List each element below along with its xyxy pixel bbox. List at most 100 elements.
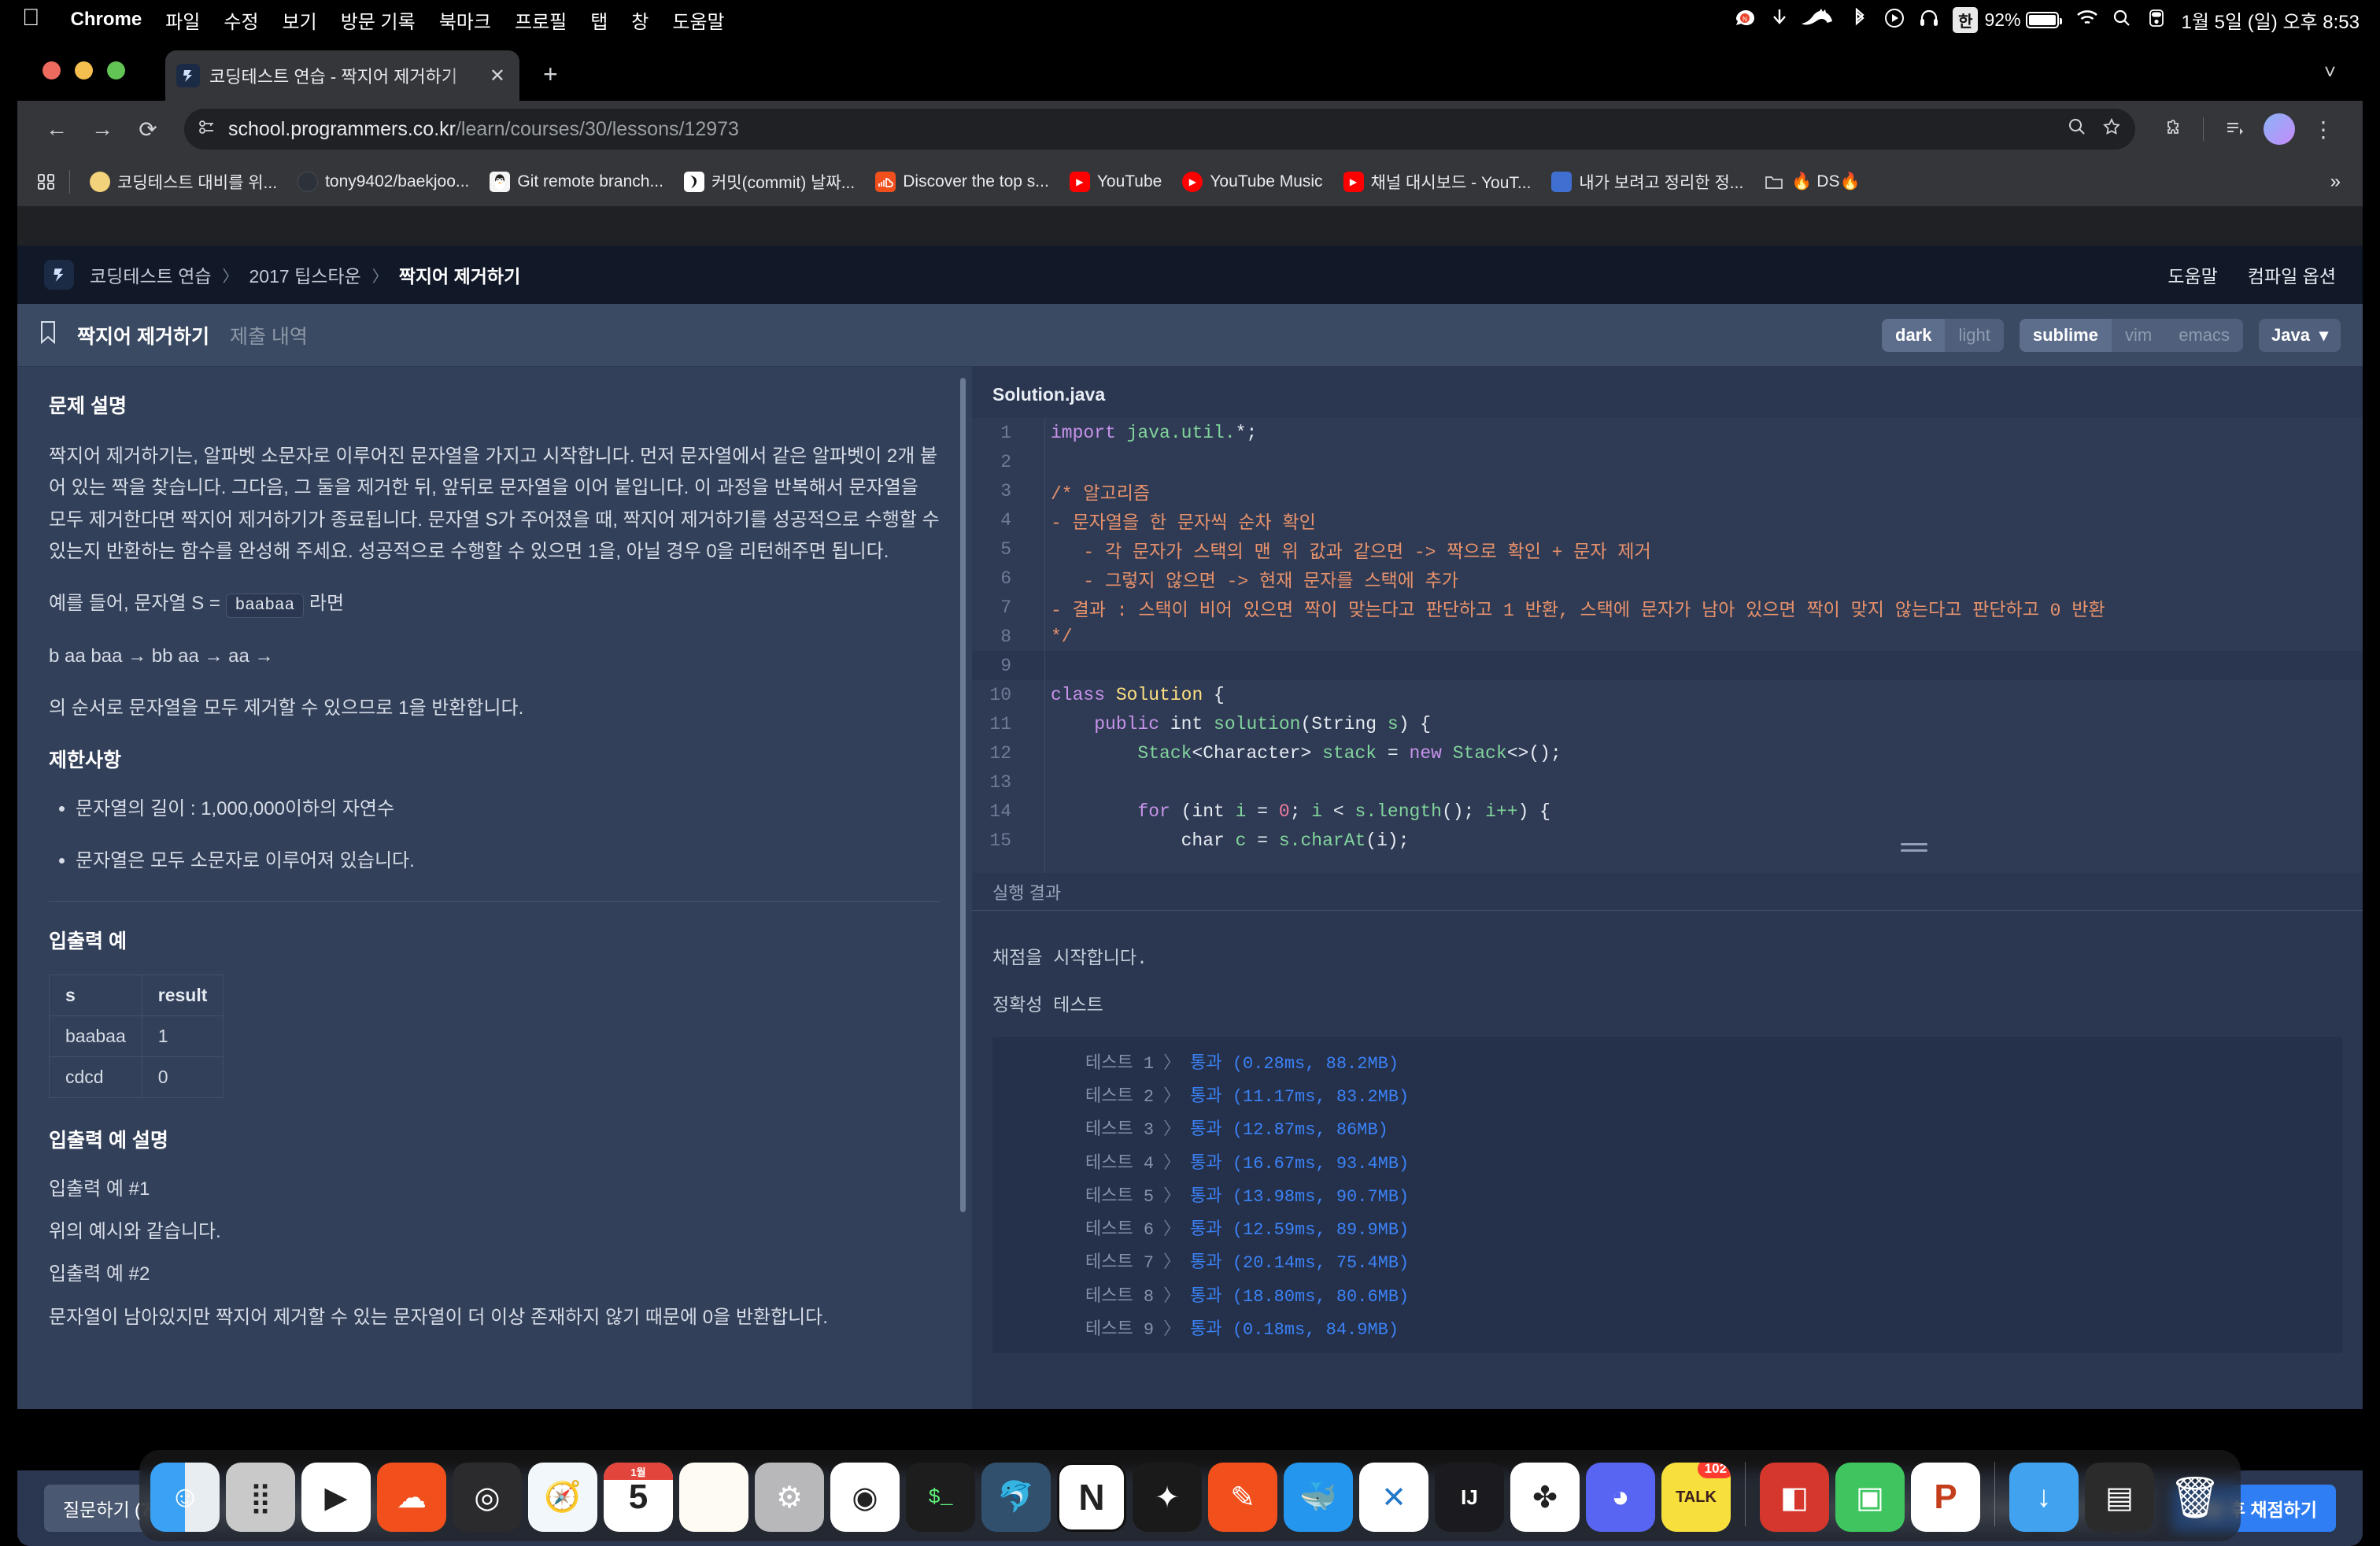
breadcrumb-item-course[interactable]: 코딩테스트 연습 [90, 261, 212, 288]
back-button[interactable]: ← [36, 109, 77, 150]
bookmark-item[interactable]: 코딩테스트 대비를 위... [81, 165, 286, 198]
programmers-logo-icon[interactable] [44, 260, 74, 290]
bookmark-item[interactable]: Discover the top s... [867, 167, 1058, 197]
download-arrow-icon[interactable] [1762, 8, 1797, 32]
search-icon[interactable] [2105, 9, 2139, 31]
system-settings-icon[interactable]: ⚙ [755, 1463, 824, 1532]
star-icon[interactable] [2102, 117, 2121, 141]
theme-dark-option[interactable]: dark [1882, 318, 1946, 352]
sketch-icon[interactable]: ✎ [1208, 1463, 1277, 1532]
three-dot-menu-icon[interactable]: ⋮ [2303, 109, 2344, 150]
reload-button[interactable]: ⟳ [128, 109, 168, 150]
tab-submissions[interactable]: 제출 내역 [230, 321, 308, 350]
control-center-icon[interactable] [2139, 9, 2174, 31]
theme-light-option[interactable]: light [1945, 319, 2003, 352]
bookmark-item[interactable]: 커밋(commit) 날짜... [675, 165, 863, 198]
menu-help[interactable]: 도움말 [660, 6, 736, 34]
powerpoint-icon[interactable]: P [1911, 1463, 1980, 1532]
close-window-button[interactable] [42, 61, 61, 80]
calendar-icon[interactable]: 5 1월 [604, 1463, 673, 1532]
profile-avatar[interactable] [2259, 109, 2300, 150]
browser-tab[interactable]: 코딩테스트 연습 - 짝지어 제거하기 ✕ [165, 50, 519, 101]
cat-icon[interactable] [1797, 8, 1842, 32]
menubar-app-name[interactable]: Chrome [59, 9, 154, 31]
bookmark-item[interactable]: Git remote branch... [481, 167, 672, 197]
facetime-icon[interactable]: ▣ [1835, 1463, 1905, 1532]
breadcrumb-item-section[interactable]: 2017 팁스타운 [249, 261, 361, 288]
menu-view[interactable]: 보기 [271, 6, 329, 34]
menu-history[interactable]: 방문 기록 [329, 6, 427, 34]
menu-tab[interactable]: 탭 [578, 6, 619, 34]
bookmark-item[interactable]: 내가 보려고 정리한 정... [1543, 165, 1752, 198]
code-editor[interactable]: 1 import java.util.*; 2 3 /* 알고리즘 4 - 문자열을 한 문… [972, 418, 2363, 873]
vscode-icon[interactable]: ✕ [1359, 1463, 1428, 1532]
keymap-sublime-option[interactable]: sublime [2019, 318, 2112, 352]
bookmark-item[interactable]: ▶ 채널 대시보드 - YouT... [1335, 165, 1540, 198]
docker-icon[interactable]: 🐳 [1284, 1463, 1353, 1532]
menu-bookmarks[interactable]: 북마크 [427, 6, 503, 34]
keynote-icon[interactable]: ◧ [1760, 1463, 1829, 1532]
tab-problem[interactable]: 짝지어 제거하기 [77, 321, 209, 350]
new-tab-button[interactable]: + [543, 61, 558, 87]
kakaotalk-icon[interactable]: TALK 102 [1661, 1463, 1731, 1532]
apple-logo-icon[interactable]:  [22, 6, 40, 30]
example-code-chip: baabaa [225, 594, 305, 619]
bookmark-folder-item[interactable]: 🔥 DS🔥 [1755, 167, 1868, 197]
notion-icon[interactable]: N [1057, 1463, 1126, 1532]
bookmark-item[interactable]: tony9402/baekjoo... [289, 167, 478, 197]
menubar-clock[interactable]: 1월 5일 (일) 오후 8:53 [2182, 6, 2360, 34]
editor-resize-handle[interactable] [1901, 843, 1927, 856]
problem-pane-scrollbar[interactable] [960, 378, 966, 1212]
reading-list-icon[interactable] [2215, 109, 2256, 150]
bookmark-item[interactable]: ▶ YouTube [1061, 167, 1171, 197]
bookmark-icon[interactable] [39, 320, 57, 350]
battery-icon[interactable] [2025, 11, 2062, 28]
wifi-icon[interactable] [2070, 9, 2105, 31]
notes-icon[interactable] [679, 1463, 748, 1532]
compile-options-link[interactable]: 컴파일 옵션 [2248, 261, 2336, 288]
discord-icon[interactable]: ◕ [1586, 1463, 1655, 1532]
menu-edit[interactable]: 수정 [212, 6, 270, 34]
soundcloud-icon[interactable]: ☁ [377, 1463, 446, 1532]
youtube-music-icon[interactable]: ▶ [301, 1463, 371, 1532]
keymap-emacs-option[interactable]: emacs [2165, 319, 2243, 352]
play-circle-icon[interactable] [1877, 8, 1912, 32]
safari-icon[interactable]: 🧭 [528, 1463, 597, 1532]
downloads-folder-icon[interactable]: ↓ [2009, 1463, 2079, 1532]
finder-icon[interactable]: ☺ [150, 1463, 220, 1532]
maximize-window-button[interactable] [107, 61, 125, 80]
help-link[interactable]: 도움말 [2168, 261, 2217, 288]
mysql-workbench-icon[interactable]: 🐬 [981, 1463, 1051, 1532]
forward-button[interactable]: → [82, 109, 123, 150]
address-bar[interactable]: school.programmers.co.kr/learn/courses/3… [184, 109, 2135, 150]
menu-profiles[interactable]: 프로필 [503, 6, 578, 34]
bookmark-apps-grid-icon[interactable] [35, 172, 58, 192]
problem-description-pane[interactable]: 문제 설명 짝지어 제거하기는, 알파벳 소문자로 이루어진 문자열을 가지고 … [17, 367, 972, 1409]
naver-whale-icon[interactable]: N [1728, 8, 1762, 32]
intellij-idea-icon[interactable]: IJ [1435, 1463, 1504, 1532]
zoom-icon[interactable] [2068, 117, 2086, 141]
logic-pro-icon[interactable]: ◎ [453, 1463, 522, 1532]
bookmarks-overflow-button[interactable]: » [2330, 171, 2345, 193]
language-select[interactable]: Java ▾ [2259, 318, 2341, 352]
site-settings-icon[interactable] [198, 119, 216, 139]
slack-icon[interactable]: ✤ [1510, 1463, 1580, 1532]
keymap-vim-option[interactable]: vim [2112, 319, 2165, 352]
bluetooth-icon[interactable] [1842, 7, 1877, 33]
trash-icon[interactable]: 🗑 [2160, 1463, 2230, 1532]
bookmark-label: YouTube [1096, 172, 1162, 190]
chrome-icon[interactable]: ◉ [830, 1463, 900, 1532]
minimize-window-button[interactable] [75, 61, 93, 80]
extensions-icon[interactable] [2151, 109, 2192, 150]
chevron-down-icon[interactable]: ˅ [2324, 60, 2336, 84]
menu-file[interactable]: 파일 [153, 6, 212, 34]
terminal-icon[interactable]: $_ [906, 1463, 975, 1532]
menu-window[interactable]: 창 [619, 6, 660, 34]
window-preview-icon[interactable]: ▤ [2085, 1463, 2154, 1532]
figma-icon[interactable]: ✦ [1133, 1463, 1202, 1532]
close-tab-button[interactable]: ✕ [486, 65, 508, 87]
bookmark-item[interactable]: ▶ YouTube Music [1173, 167, 1331, 197]
input-source-indicator[interactable]: 한 [1953, 6, 1979, 33]
launchpad-icon[interactable]: ⣿ [226, 1463, 295, 1532]
headphones-icon[interactable] [1912, 8, 1946, 32]
